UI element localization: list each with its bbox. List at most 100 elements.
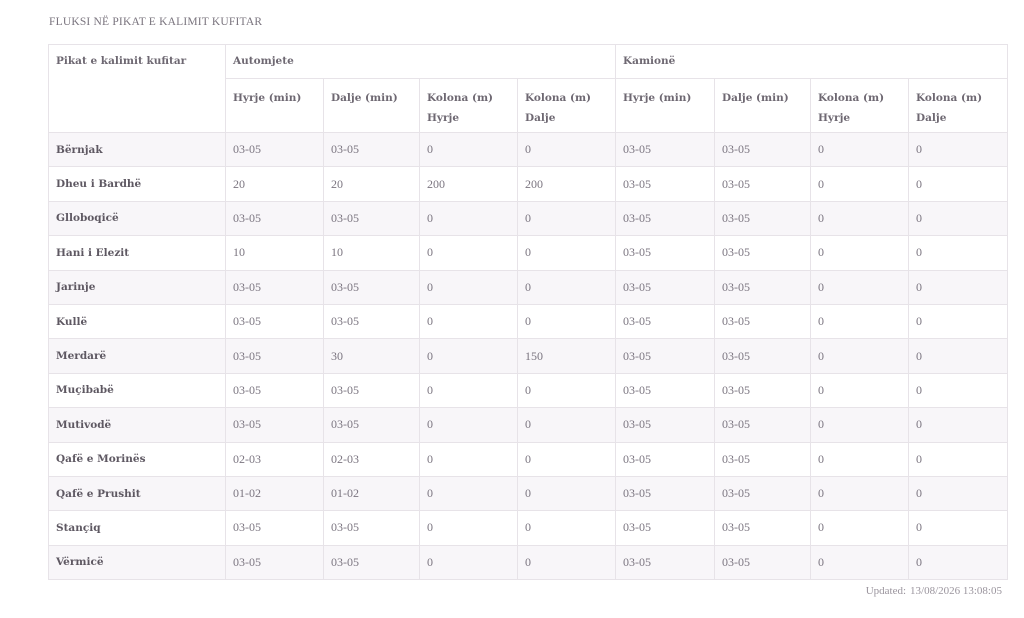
table-row: Kullë 03-05 03-05 0 0 03-05 03-05 0 0: [48, 303, 1009, 340]
table-row: Qafë e Morinës 02-03 02-03 0 0 03-05 03-05 0 0: [48, 441, 1009, 477]
table-cell: 0: [810, 269, 910, 305]
table-cell: 0: [810, 407, 910, 443]
crossing-point-name: Qafë e Prushit: [48, 475, 226, 512]
table-cell: 03-05: [615, 407, 716, 443]
table-cell: 0: [516, 269, 617, 305]
page-title: FLUKSI NË PIKAT E KALIMIT KUFITAR: [49, 16, 263, 28]
table-cell: 0: [516, 131, 617, 168]
table-cell: 0: [419, 303, 518, 340]
table-cell: 0: [419, 269, 518, 305]
table-cell: 01-02: [225, 475, 324, 512]
table-cell: 03-05: [714, 269, 812, 305]
table-cell: 0: [810, 372, 910, 409]
table-cell: 0: [810, 235, 910, 271]
table-cell: 03-05: [714, 200, 812, 237]
table-row: Bërnjak 03-05 03-05 0 0 03-05 03-05 0 0: [48, 131, 1009, 168]
table-cell: 0: [908, 166, 1009, 202]
column-header: Kolona (m) Hyrje: [419, 78, 518, 133]
table-cell: 03-05: [615, 441, 716, 477]
table-cell: 03-05: [323, 303, 420, 340]
crossing-point-name: Glloboqicë: [48, 200, 226, 237]
crossing-point-name: Kullë: [48, 303, 226, 340]
table-cell: 03-05: [323, 510, 420, 546]
table-cell: 03-05: [615, 338, 716, 374]
table-cell: 03-05: [615, 131, 716, 168]
table-cell: 10: [225, 235, 324, 271]
table-row: Muçibabë 03-05 03-05 0 0 03-05 03-05 0 0: [48, 372, 1009, 409]
table-cell: 0: [516, 510, 617, 546]
page: FLUKSI NË PIKAT E KALIMIT KUFITAR Pikat …: [0, 0, 1024, 618]
table-cell: 0: [810, 338, 910, 374]
table-cell: 0: [516, 407, 617, 443]
table-cell: 03-05: [714, 475, 812, 512]
table-cell: 0: [908, 131, 1009, 168]
table-cell: 03-05: [714, 338, 812, 374]
crossing-point-name: Bërnjak: [48, 131, 226, 168]
crossing-point-name: Muçibabë: [48, 372, 226, 409]
table-cell: 03-05: [323, 544, 420, 581]
table-cell: 0: [810, 200, 910, 237]
table-cell: 0: [516, 441, 617, 477]
table-row: Jarinje 03-05 03-05 0 0 03-05 03-05 0 0: [48, 269, 1009, 305]
table-cell: 150: [516, 338, 617, 374]
table-cell: 0: [908, 338, 1009, 374]
table-cell: 02-03: [225, 441, 324, 477]
crossing-point-name: Qafë e Morinës: [48, 441, 226, 477]
table-cell: 03-05: [615, 372, 716, 409]
table-cell: 03-05: [615, 235, 716, 271]
table-cell: 0: [516, 372, 617, 409]
table-cell: 0: [908, 303, 1009, 340]
column-header: Dalje (min): [714, 78, 812, 133]
table-cell: 0: [908, 235, 1009, 271]
table-cell: 03-05: [225, 303, 324, 340]
table-cell: 20: [323, 166, 420, 202]
table-cell: 10: [323, 235, 420, 271]
table-cell: 30: [323, 338, 420, 374]
table-cell: 01-02: [323, 475, 420, 512]
table-cell: 03-05: [615, 475, 716, 512]
table-cell: 0: [419, 235, 518, 271]
table-cell: 03-05: [225, 338, 324, 374]
table-cell: 0: [810, 131, 910, 168]
table-cell: 200: [419, 166, 518, 202]
table-row: Hani i Elezit 10 10 0 0 03-05 03-05 0 0: [48, 235, 1009, 271]
crossing-point-name: Merdarë: [48, 338, 226, 374]
table-cell: 0: [908, 510, 1009, 546]
table-cell: 03-05: [225, 407, 324, 443]
table-cell: 03-05: [225, 269, 324, 305]
crossing-point-name: Stançiq: [48, 510, 226, 546]
table-cell: 0: [419, 441, 518, 477]
table-cell: 0: [419, 131, 518, 168]
table-cell: 0: [908, 200, 1009, 237]
table-cell: 0: [419, 338, 518, 374]
crossing-point-name: Dheu i Bardhë: [48, 166, 226, 202]
table-cell: 03-05: [323, 131, 420, 168]
table-cell: 03-05: [615, 200, 716, 237]
table-cell: 0: [419, 372, 518, 409]
group-header-kamione: Kamionë: [615, 44, 1009, 79]
table-cell: 03-05: [615, 269, 716, 305]
table-cell: 03-05: [225, 131, 324, 168]
table-cell: 0: [908, 441, 1009, 477]
table-row: Merdarë 03-05 30 0 150 03-05 03-05 0 0: [48, 338, 1009, 374]
table-cell: 0: [516, 200, 617, 237]
table-cell: 0: [516, 303, 617, 340]
crossing-point-name: Hani i Elezit: [48, 235, 226, 271]
table-cell: 0: [516, 235, 617, 271]
table-cell: 0: [810, 544, 910, 581]
table-cell: 03-05: [615, 544, 716, 581]
table-row: Vërmicë 03-05 03-05 0 0 03-05 03-05 0 0: [48, 544, 1009, 581]
crossing-point-name: Jarinje: [48, 269, 226, 305]
border-flux-table: Pikat e kalimit kufitar Automjete Kamion…: [48, 44, 1009, 581]
table-cell: 03-05: [323, 407, 420, 443]
table-cell: 03-05: [615, 166, 716, 202]
table-cell: 0: [810, 510, 910, 546]
column-header: Dalje (min): [323, 78, 420, 133]
table-row: Stançiq 03-05 03-05 0 0 03-05 03-05 0 0: [48, 510, 1009, 546]
table-cell: 0: [908, 475, 1009, 512]
table-row: Glloboqicë 03-05 03-05 0 0 03-05 03-05 0 0: [48, 200, 1009, 237]
table-cell: 03-05: [323, 372, 420, 409]
table-cell: 0: [908, 544, 1009, 581]
table-cell: 0: [419, 475, 518, 512]
table-cell: 0: [908, 269, 1009, 305]
